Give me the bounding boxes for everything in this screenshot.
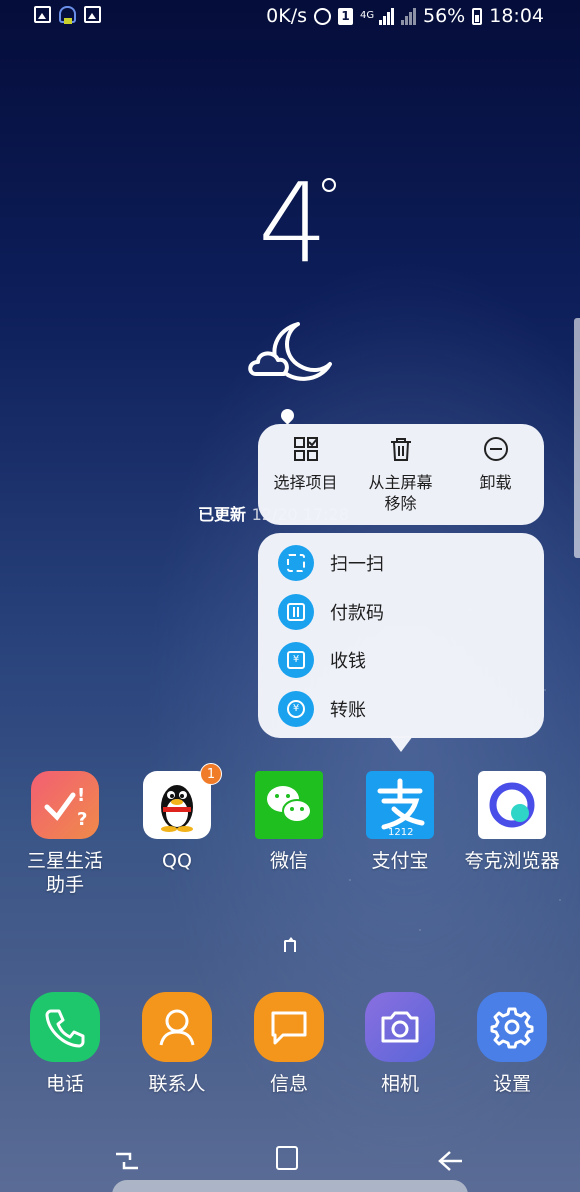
app-options-menu: 选择项目 从主屏幕 移除 卸载	[258, 424, 544, 525]
select-items-label: 选择项目	[273, 473, 338, 492]
samsung-life-icon: !?	[31, 771, 99, 839]
headset-notification-icon	[59, 6, 76, 24]
app-alipay-label: 支付宝	[371, 850, 429, 872]
alarm-icon	[314, 7, 331, 25]
qq-icon	[143, 771, 211, 839]
network-speed: 0K/s	[266, 5, 307, 27]
updated-label: 已更新	[198, 505, 247, 524]
svg-text:1212: 1212	[388, 827, 413, 838]
dock-contacts-label: 联系人	[148, 1073, 206, 1095]
svg-text:?: ?	[77, 809, 87, 830]
signal-strength-icon	[379, 7, 394, 25]
image-notification-icon	[84, 6, 101, 23]
remove-from-home-label: 从主屏幕 移除	[368, 473, 433, 513]
temperature: 4	[258, 159, 328, 287]
cloudy-night-icon	[246, 318, 336, 388]
signal-strength-2-icon	[401, 7, 416, 25]
phone-icon	[30, 992, 100, 1062]
select-items-icon	[293, 436, 319, 462]
shortcut-scan-label: 扫一扫	[330, 554, 384, 575]
alipay-icon: 1212	[366, 771, 434, 839]
settings-icon	[477, 992, 547, 1062]
bottom-handle[interactable]	[112, 1180, 468, 1192]
dock-phone[interactable]: 电话	[10, 992, 120, 1096]
back-icon[interactable]	[436, 1146, 466, 1176]
sim-badge: 1	[338, 7, 353, 25]
dock-settings[interactable]: 设置	[457, 992, 567, 1096]
dock-phone-label: 电话	[45, 1073, 84, 1095]
location-pin-icon	[278, 406, 297, 425]
dock-settings-label: 设置	[492, 1073, 531, 1095]
uninstall-label: 卸载	[479, 473, 512, 492]
app-qq-label: QQ	[162, 850, 192, 872]
app-samsung-life-label: 三星生活 助手	[26, 850, 103, 896]
dock-contacts[interactable]: 联系人	[122, 992, 232, 1096]
recents-icon[interactable]	[112, 1146, 142, 1176]
receive-money-icon: ¥	[278, 642, 314, 678]
wechat-icon	[255, 771, 323, 839]
app-quark[interactable]: 夸克浏览器	[457, 771, 567, 873]
network-type: 4G	[360, 10, 375, 21]
gallery-notification-icon	[34, 6, 51, 23]
remove-from-home-button[interactable]: 从主屏幕 移除	[353, 436, 448, 514]
shortcut-pay-code[interactable]: 付款码	[278, 592, 384, 632]
app-qq[interactable]: 1 QQ	[122, 763, 232, 873]
dock-messages-label: 信息	[269, 1073, 308, 1095]
shortcut-pay-code-label: 付款码	[330, 603, 384, 624]
dock-messages[interactable]: 信息	[234, 992, 344, 1096]
clock: 18:04	[489, 5, 544, 27]
popup-pointer	[389, 736, 413, 752]
shortcut-transfer-label: 转账	[330, 700, 366, 721]
svg-text:!: !	[77, 785, 85, 806]
app-wechat[interactable]: 微信	[234, 771, 344, 873]
qq-badge: 1	[200, 763, 222, 785]
uninstall-button[interactable]: 卸载	[448, 436, 543, 493]
trash-icon	[388, 436, 414, 462]
dock-camera[interactable]: 相机	[345, 992, 455, 1096]
shortcut-transfer[interactable]: ¥ 转账	[278, 689, 366, 729]
transfer-icon: ¥	[278, 691, 314, 727]
battery-percent: 56%	[423, 5, 466, 27]
app-wechat-label: 微信	[269, 850, 308, 872]
select-items-button[interactable]: 选择项目	[258, 436, 353, 493]
app-shortcuts-menu: 扫一扫 付款码 ¥ 收钱 ¥ 转账	[258, 533, 544, 738]
system-status: 0K/s 1 4G 56% 18:04	[266, 5, 544, 27]
uninstall-icon	[483, 436, 509, 462]
shortcut-receive-money[interactable]: ¥ 收钱	[278, 640, 366, 680]
app-samsung-life[interactable]: !? 三星生活 助手	[10, 771, 120, 897]
home-button-icon[interactable]	[276, 1146, 298, 1170]
dock-camera-label: 相机	[380, 1073, 419, 1095]
app-alipay[interactable]: 1212 支付宝	[345, 771, 455, 873]
notification-icons	[34, 6, 101, 24]
app-quark-label: 夸克浏览器	[464, 850, 560, 872]
battery-icon	[472, 7, 483, 25]
degree-symbol	[322, 178, 336, 192]
camera-icon	[365, 992, 435, 1062]
shortcut-scan[interactable]: 扫一扫	[278, 543, 384, 583]
shortcut-receive-money-label: 收钱	[330, 651, 366, 672]
quark-icon	[478, 771, 546, 839]
home-page-indicator-icon	[284, 937, 296, 952]
pay-code-icon	[278, 594, 314, 630]
scan-icon	[278, 545, 314, 581]
messages-icon	[254, 992, 324, 1062]
status-bar: 0K/s 1 4G 56% 18:04	[0, 0, 580, 34]
contacts-icon	[142, 992, 212, 1062]
edge-panel-handle[interactable]	[574, 318, 580, 558]
